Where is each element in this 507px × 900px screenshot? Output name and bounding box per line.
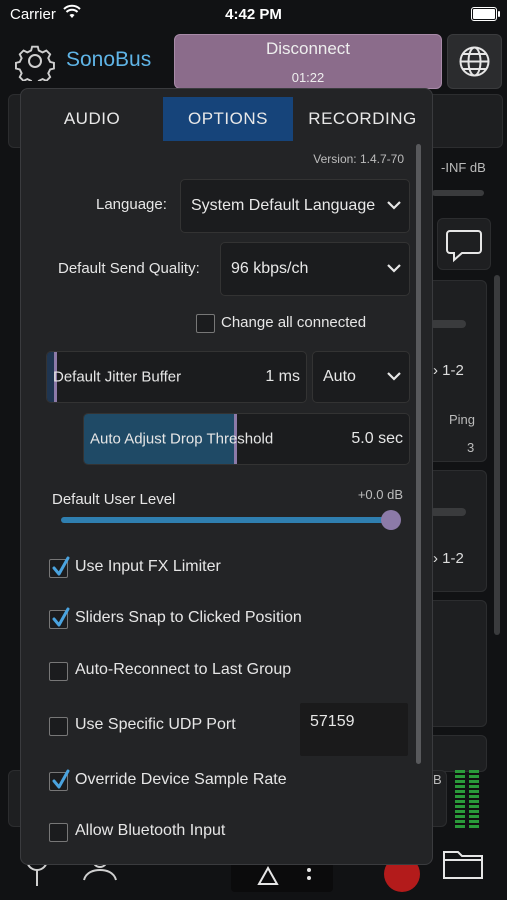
input-fx-limiter-label: Use Input FX Limiter bbox=[75, 558, 221, 575]
peer-panel bbox=[425, 600, 487, 727]
language-value: System Default Language bbox=[191, 197, 376, 214]
session-timer: 01:22 bbox=[291, 70, 325, 85]
allow-bluetooth-input-checkbox[interactable] bbox=[49, 823, 68, 842]
input-level-readout: -INF dB bbox=[441, 160, 486, 175]
routing-label-2[interactable]: › 1-2 bbox=[433, 550, 464, 567]
tab-recording[interactable]: RECORDING bbox=[293, 97, 432, 141]
popup-tabs: AUDIO OPTIONS RECORDING bbox=[21, 97, 432, 141]
user-level-label: Default User Level bbox=[52, 491, 176, 508]
language-dropdown[interactable]: System Default Language bbox=[180, 179, 410, 233]
udp-port-value: 57159 bbox=[310, 713, 355, 730]
udp-port-input[interactable]: 57159 bbox=[300, 703, 408, 756]
peer-slider[interactable] bbox=[430, 320, 466, 328]
meter-label: B bbox=[433, 772, 442, 787]
chat-button[interactable] bbox=[437, 218, 491, 270]
sliders-snap-checkbox[interactable] bbox=[49, 607, 70, 629]
checkmark-icon bbox=[51, 607, 71, 634]
input-gain-slider[interactable] bbox=[432, 190, 484, 196]
disconnect-button[interactable]: Disconnect 01:22 bbox=[174, 34, 442, 89]
peer-slider[interactable] bbox=[430, 508, 466, 516]
change-all-connected-label: Change all connected bbox=[221, 314, 367, 331]
auto-reconnect-checkbox[interactable] bbox=[49, 662, 68, 681]
specific-udp-port-label: Use Specific UDP Port bbox=[75, 716, 236, 733]
checkmark-icon bbox=[51, 556, 71, 583]
user-level-slider[interactable] bbox=[61, 517, 391, 523]
chevron-down-icon bbox=[387, 197, 401, 215]
chat-icon bbox=[446, 230, 482, 263]
sliders-snap-label: Sliders Snap to Clicked Position bbox=[75, 609, 302, 626]
send-quality-label: Default Send Quality: bbox=[58, 260, 200, 277]
version-label: Version: 1.4.7-70 bbox=[313, 152, 404, 166]
override-sample-rate-checkbox[interactable] bbox=[49, 769, 70, 791]
clock: 4:42 PM bbox=[225, 6, 282, 23]
jitter-mode-value: Auto bbox=[323, 368, 356, 385]
language-label: Language: bbox=[96, 196, 167, 213]
peer-panel bbox=[425, 735, 487, 772]
ping-label: Ping bbox=[449, 412, 476, 427]
warning-icon bbox=[257, 865, 279, 885]
chevron-down-icon bbox=[387, 368, 401, 386]
override-sample-rate-label: Override Device Sample Rate bbox=[75, 771, 287, 788]
app-title: SonoBus bbox=[66, 48, 152, 71]
specific-udp-port-checkbox[interactable] bbox=[49, 717, 68, 736]
peer-panel bbox=[425, 470, 487, 592]
popup-scrollbar[interactable] bbox=[416, 144, 421, 764]
gear-icon[interactable] bbox=[15, 41, 55, 86]
background-panel bbox=[425, 94, 503, 148]
options-popup: AUDIO OPTIONS RECORDING Version: 1.4.7-7… bbox=[20, 88, 433, 865]
send-quality-dropdown[interactable]: 96 kbps/ch bbox=[220, 242, 410, 296]
folder-icon[interactable] bbox=[441, 846, 485, 887]
tab-audio[interactable]: AUDIO bbox=[21, 97, 163, 141]
jitter-buffer-value: 1 ms bbox=[265, 368, 300, 385]
background-scrollbar[interactable] bbox=[494, 275, 500, 635]
transport-bar bbox=[231, 862, 333, 892]
change-all-connected-checkbox[interactable] bbox=[196, 314, 215, 333]
auto-reconnect-label: Auto-Reconnect to Last Group bbox=[75, 661, 292, 678]
disconnect-label: Disconnect bbox=[265, 39, 351, 58]
jitter-mode-dropdown[interactable]: Auto bbox=[312, 351, 410, 403]
jitter-buffer-slider[interactable]: Default Jitter Buffer 1 ms bbox=[46, 351, 307, 403]
ping-value: 3 bbox=[467, 440, 475, 455]
allow-bluetooth-input-label: Allow Bluetooth Input bbox=[75, 822, 226, 839]
tab-options[interactable]: OPTIONS bbox=[163, 97, 293, 141]
drop-threshold-value: 5.0 sec bbox=[351, 430, 403, 447]
drop-threshold-label: Auto Adjust Drop Threshold bbox=[90, 430, 274, 448]
battery-icon bbox=[471, 7, 500, 21]
checkmark-icon bbox=[51, 769, 71, 796]
input-fx-limiter-checkbox[interactable] bbox=[49, 556, 70, 578]
connection-globe-button[interactable] bbox=[447, 34, 502, 89]
chevron-down-icon bbox=[387, 260, 401, 278]
routing-label-1[interactable]: › 1-2 bbox=[433, 362, 464, 379]
status-bar: Carrier 4:42 PM bbox=[0, 0, 507, 30]
user-level-value: +0.0 dB bbox=[357, 487, 403, 502]
globe-icon bbox=[459, 46, 490, 77]
output-meter bbox=[455, 770, 481, 828]
jitter-buffer-label: Default Jitter Buffer bbox=[53, 368, 182, 386]
user-level-thumb[interactable] bbox=[381, 510, 401, 530]
drop-threshold-slider[interactable]: Auto Adjust Drop Threshold 5.0 sec bbox=[83, 413, 410, 465]
send-quality-value: 96 kbps/ch bbox=[231, 260, 309, 277]
